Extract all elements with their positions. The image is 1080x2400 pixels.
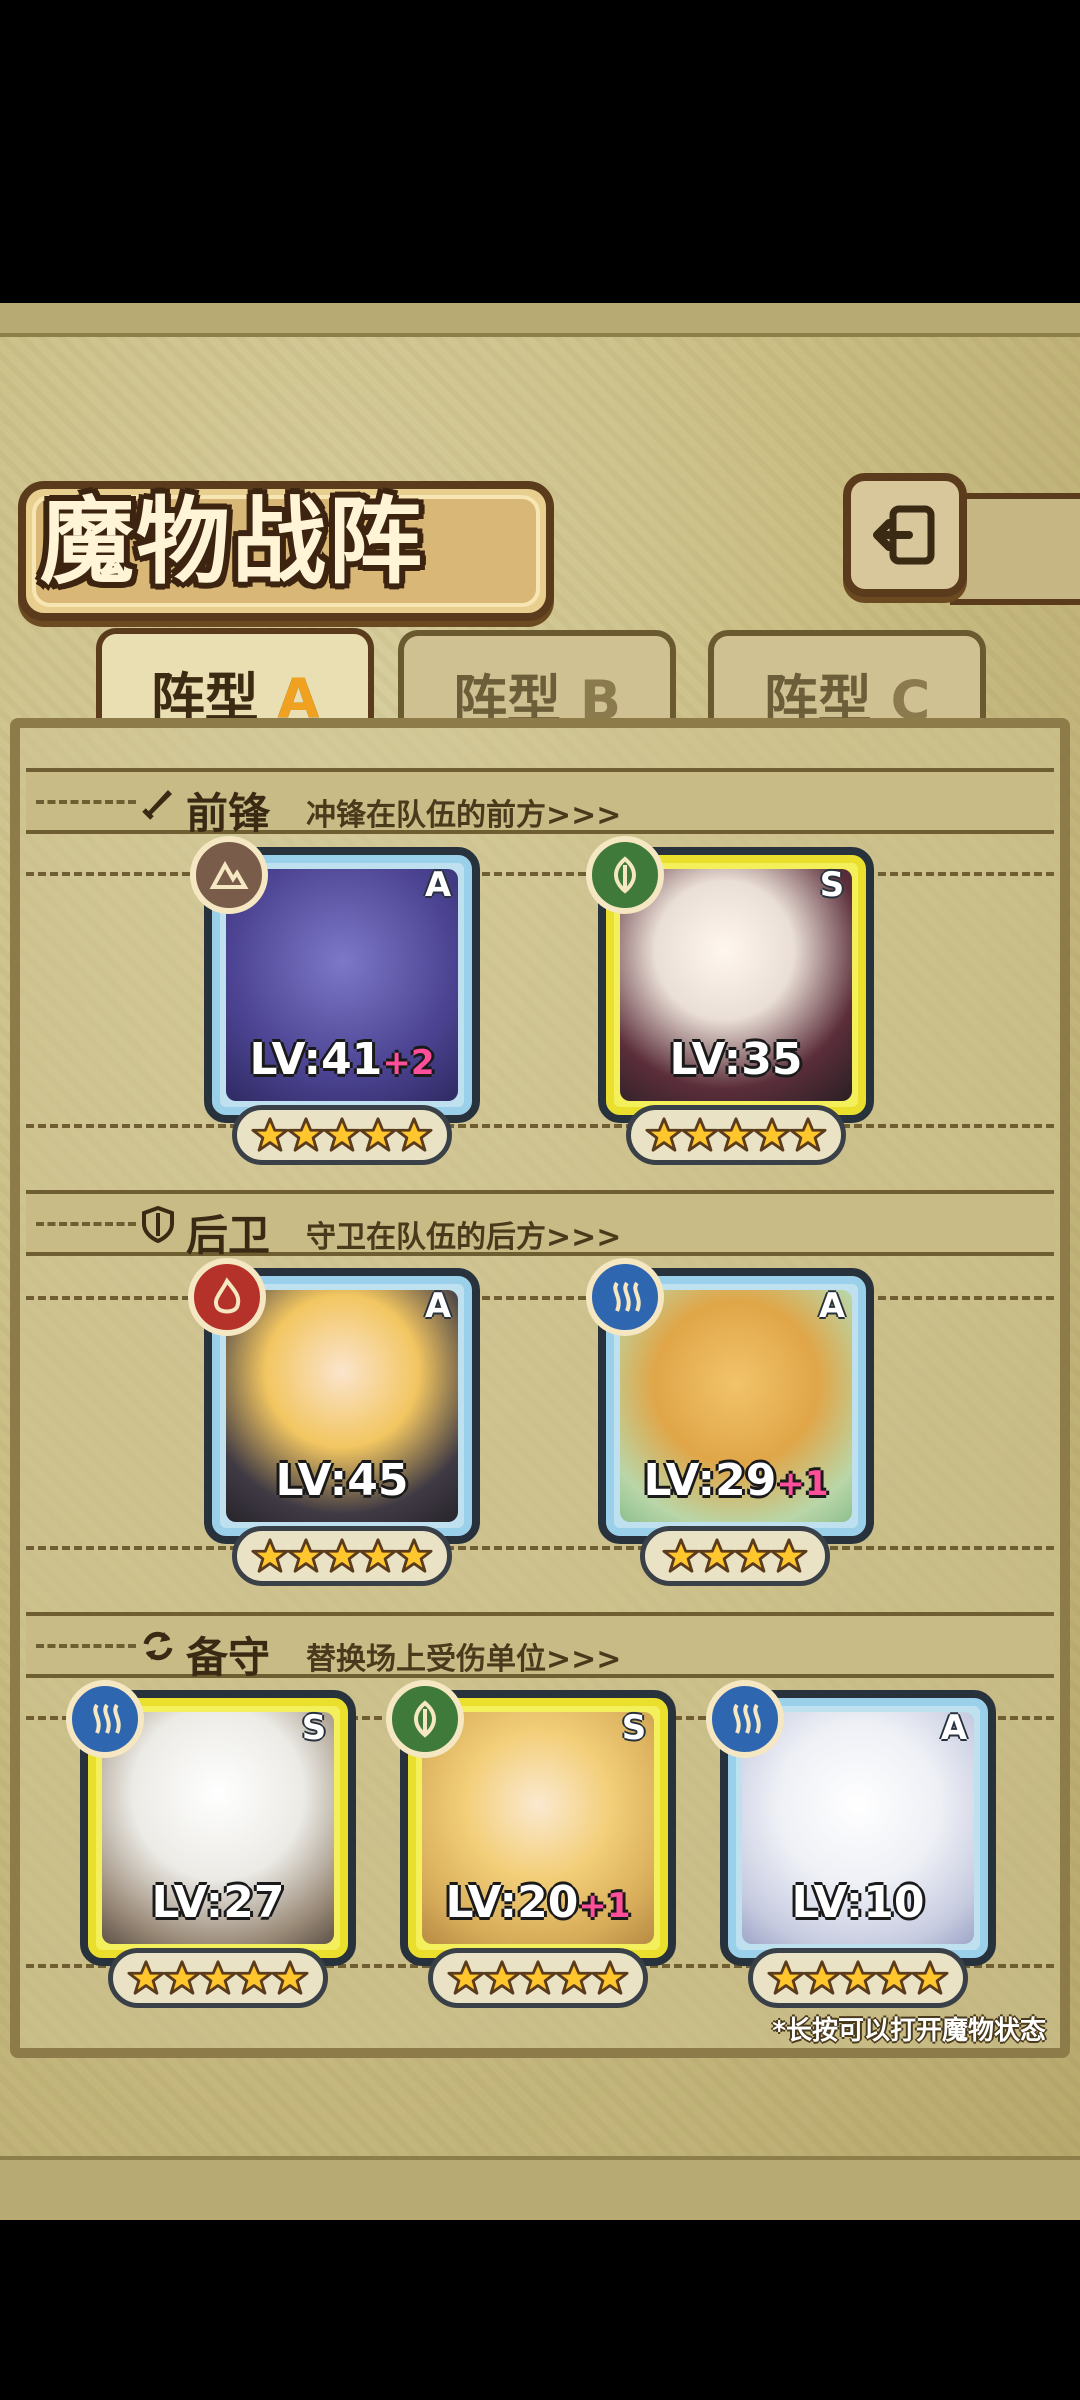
star-icon (287, 1117, 325, 1152)
row-divider (26, 1546, 1054, 1550)
rank-badge: A (940, 1708, 968, 1748)
panel-edge-bottom (0, 2156, 1080, 2220)
level-label: LV:20+1 (445, 1877, 631, 1928)
element-badge (706, 1680, 784, 1758)
star-rating (626, 1105, 846, 1165)
star-icon (127, 1960, 165, 1995)
star-icon (395, 1117, 433, 1152)
star-icon (323, 1538, 361, 1573)
element-badge (586, 1258, 664, 1336)
star-icon (645, 1117, 683, 1152)
row-divider (26, 1124, 1054, 1128)
star-rating (640, 1526, 830, 1586)
star-icon (591, 1960, 629, 1995)
star-icon (483, 1960, 521, 1995)
star-icon (251, 1117, 289, 1152)
star-icon (839, 1960, 877, 1995)
element-badge (190, 836, 268, 914)
star-rating (108, 1948, 328, 2008)
level-label: LV:27 (151, 1877, 285, 1928)
section-title-back: 后卫 (186, 1211, 271, 1260)
star-rating (428, 1948, 648, 2008)
rank-badge: S (621, 1708, 647, 1748)
back-button-rail (950, 493, 1080, 605)
water-element-icon (613, 1281, 641, 1312)
level-label: LV:10 (791, 1877, 925, 1928)
star-icon (717, 1117, 755, 1152)
swap-icon (143, 1631, 173, 1661)
earth-element-icon (209, 860, 249, 889)
section-title-reserve: 备守 (186, 1633, 271, 1682)
star-icon (681, 1117, 719, 1152)
section-header-back: 后卫 守卫在队伍的后方>>> (26, 1190, 1054, 1260)
element-badge (586, 836, 664, 914)
row-divider (26, 872, 1054, 876)
rank-badge: A (424, 1286, 452, 1326)
leaf-element-icon (414, 1700, 436, 1738)
section-subtitle-back: 守卫在队伍的后方>>> (306, 1220, 622, 1255)
rank-badge: S (301, 1708, 327, 1748)
star-icon (395, 1538, 433, 1573)
section-subtitle-reserve: 替换场上受伤单位>>> (306, 1642, 622, 1677)
long-press-hint: *长按可以打开魔物状态 (772, 2016, 1046, 2046)
star-icon (323, 1117, 361, 1152)
page-title: 魔物战阵 (40, 488, 425, 597)
star-icon (662, 1538, 700, 1573)
section-title-front: 前锋 (186, 789, 271, 838)
leaf-element-icon (614, 856, 636, 894)
section-header-front: 前锋 冲锋在队伍的前方>>> (26, 768, 1054, 838)
element-badge (188, 1258, 266, 1336)
star-rating (232, 1105, 452, 1165)
star-rating (748, 1948, 968, 2008)
star-icon (698, 1538, 736, 1573)
rank-badge: A (424, 865, 452, 905)
tab-formation-b[interactable]: 阵型 B (398, 630, 676, 732)
star-icon (803, 1960, 841, 1995)
star-icon (767, 1960, 805, 1995)
level-label: LV:45 (275, 1455, 409, 1506)
rank-badge: S (819, 865, 845, 905)
fire-element-icon (214, 1277, 241, 1314)
star-icon (199, 1960, 237, 1995)
back-button[interactable] (843, 473, 967, 597)
sword-icon (142, 790, 172, 820)
water-element-icon (93, 1703, 121, 1734)
star-icon (359, 1117, 397, 1152)
star-icon (911, 1960, 949, 1995)
star-icon (519, 1960, 557, 1995)
level-label: LV:41+2 (249, 1034, 435, 1085)
star-icon (875, 1960, 913, 1995)
star-icon (447, 1960, 485, 1995)
star-icon (770, 1538, 808, 1573)
element-badge (386, 1680, 464, 1758)
star-icon (359, 1538, 397, 1573)
level-label: LV:29+1 (643, 1455, 829, 1506)
rank-badge: A (818, 1286, 846, 1326)
star-icon (251, 1538, 289, 1573)
tab-formation-c[interactable]: 阵型 C (708, 630, 986, 732)
back-arrow-icon (873, 505, 935, 565)
row-divider (26, 1296, 1054, 1300)
shield-icon (142, 1205, 174, 1244)
panel-edge-top (0, 303, 1080, 337)
star-icon (287, 1538, 325, 1573)
star-icon (789, 1117, 827, 1152)
star-icon (753, 1117, 791, 1152)
tab-formation-a[interactable]: 阵型 A (96, 628, 374, 730)
level-label: LV:35 (669, 1034, 803, 1085)
star-icon (235, 1960, 273, 1995)
section-header-reserve: 备守 替换场上受伤单位>>> (26, 1612, 1054, 1682)
star-icon (555, 1960, 593, 1995)
star-rating (232, 1526, 452, 1586)
section-subtitle-front: 冲锋在队伍的前方>>> (306, 798, 622, 833)
element-badge (66, 1680, 144, 1758)
star-icon (734, 1538, 772, 1573)
water-element-icon (733, 1703, 761, 1734)
star-icon (271, 1960, 309, 1995)
star-icon (163, 1960, 201, 1995)
